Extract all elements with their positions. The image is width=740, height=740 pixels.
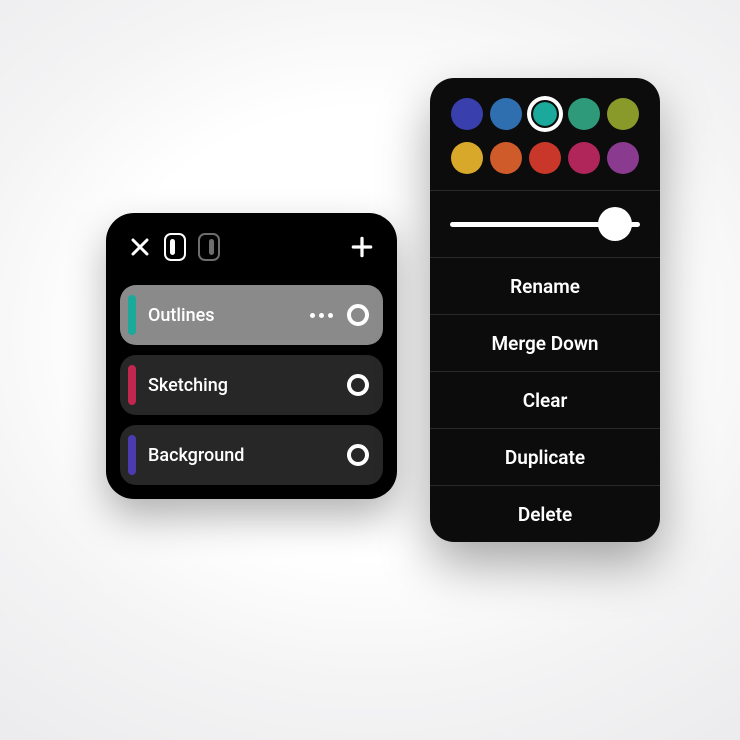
clear-action[interactable]: Clear: [430, 371, 660, 428]
more-icon[interactable]: [310, 313, 333, 318]
color-swatch[interactable]: [529, 98, 561, 130]
visibility-toggle-icon[interactable]: [347, 374, 369, 396]
color-swatch[interactable]: [490, 142, 522, 174]
color-swatch-grid: [430, 78, 660, 190]
visibility-toggle-icon[interactable]: [347, 304, 369, 326]
layer-options-popover: Rename Merge Down Clear Duplicate Delete: [430, 78, 660, 542]
layer-row-background[interactable]: Background: [120, 425, 383, 485]
color-swatch[interactable]: [451, 98, 483, 130]
opacity-slider[interactable]: [430, 191, 660, 257]
layer-color-swatch: [128, 295, 136, 335]
add-layer-icon[interactable]: [349, 234, 375, 260]
rename-action[interactable]: Rename: [430, 257, 660, 314]
merge-down-action[interactable]: Merge Down: [430, 314, 660, 371]
delete-action[interactable]: Delete: [430, 485, 660, 542]
color-swatch[interactable]: [607, 98, 639, 130]
layers-panel: Outlines Sketching Background: [106, 213, 397, 499]
layer-name-label: Outlines: [148, 305, 298, 326]
duplicate-action[interactable]: Duplicate: [430, 428, 660, 485]
layer-name-label: Sketching: [148, 375, 335, 396]
color-swatch[interactable]: [529, 142, 561, 174]
layer-row-sketching[interactable]: Sketching: [120, 355, 383, 415]
color-swatch[interactable]: [607, 142, 639, 174]
slider-thumb[interactable]: [598, 207, 632, 241]
panel-dock-right-icon[interactable]: [198, 233, 220, 261]
visibility-toggle-icon[interactable]: [347, 444, 369, 466]
layer-row-outlines[interactable]: Outlines: [120, 285, 383, 345]
color-swatch[interactable]: [490, 98, 522, 130]
layers-toolbar: [120, 231, 383, 275]
color-swatch[interactable]: [568, 98, 600, 130]
color-swatch[interactable]: [451, 142, 483, 174]
color-swatch[interactable]: [568, 142, 600, 174]
panel-dock-left-icon[interactable]: [164, 233, 186, 261]
layer-color-swatch: [128, 435, 136, 475]
close-icon[interactable]: [128, 235, 152, 259]
layer-color-swatch: [128, 365, 136, 405]
layer-name-label: Background: [148, 445, 335, 466]
